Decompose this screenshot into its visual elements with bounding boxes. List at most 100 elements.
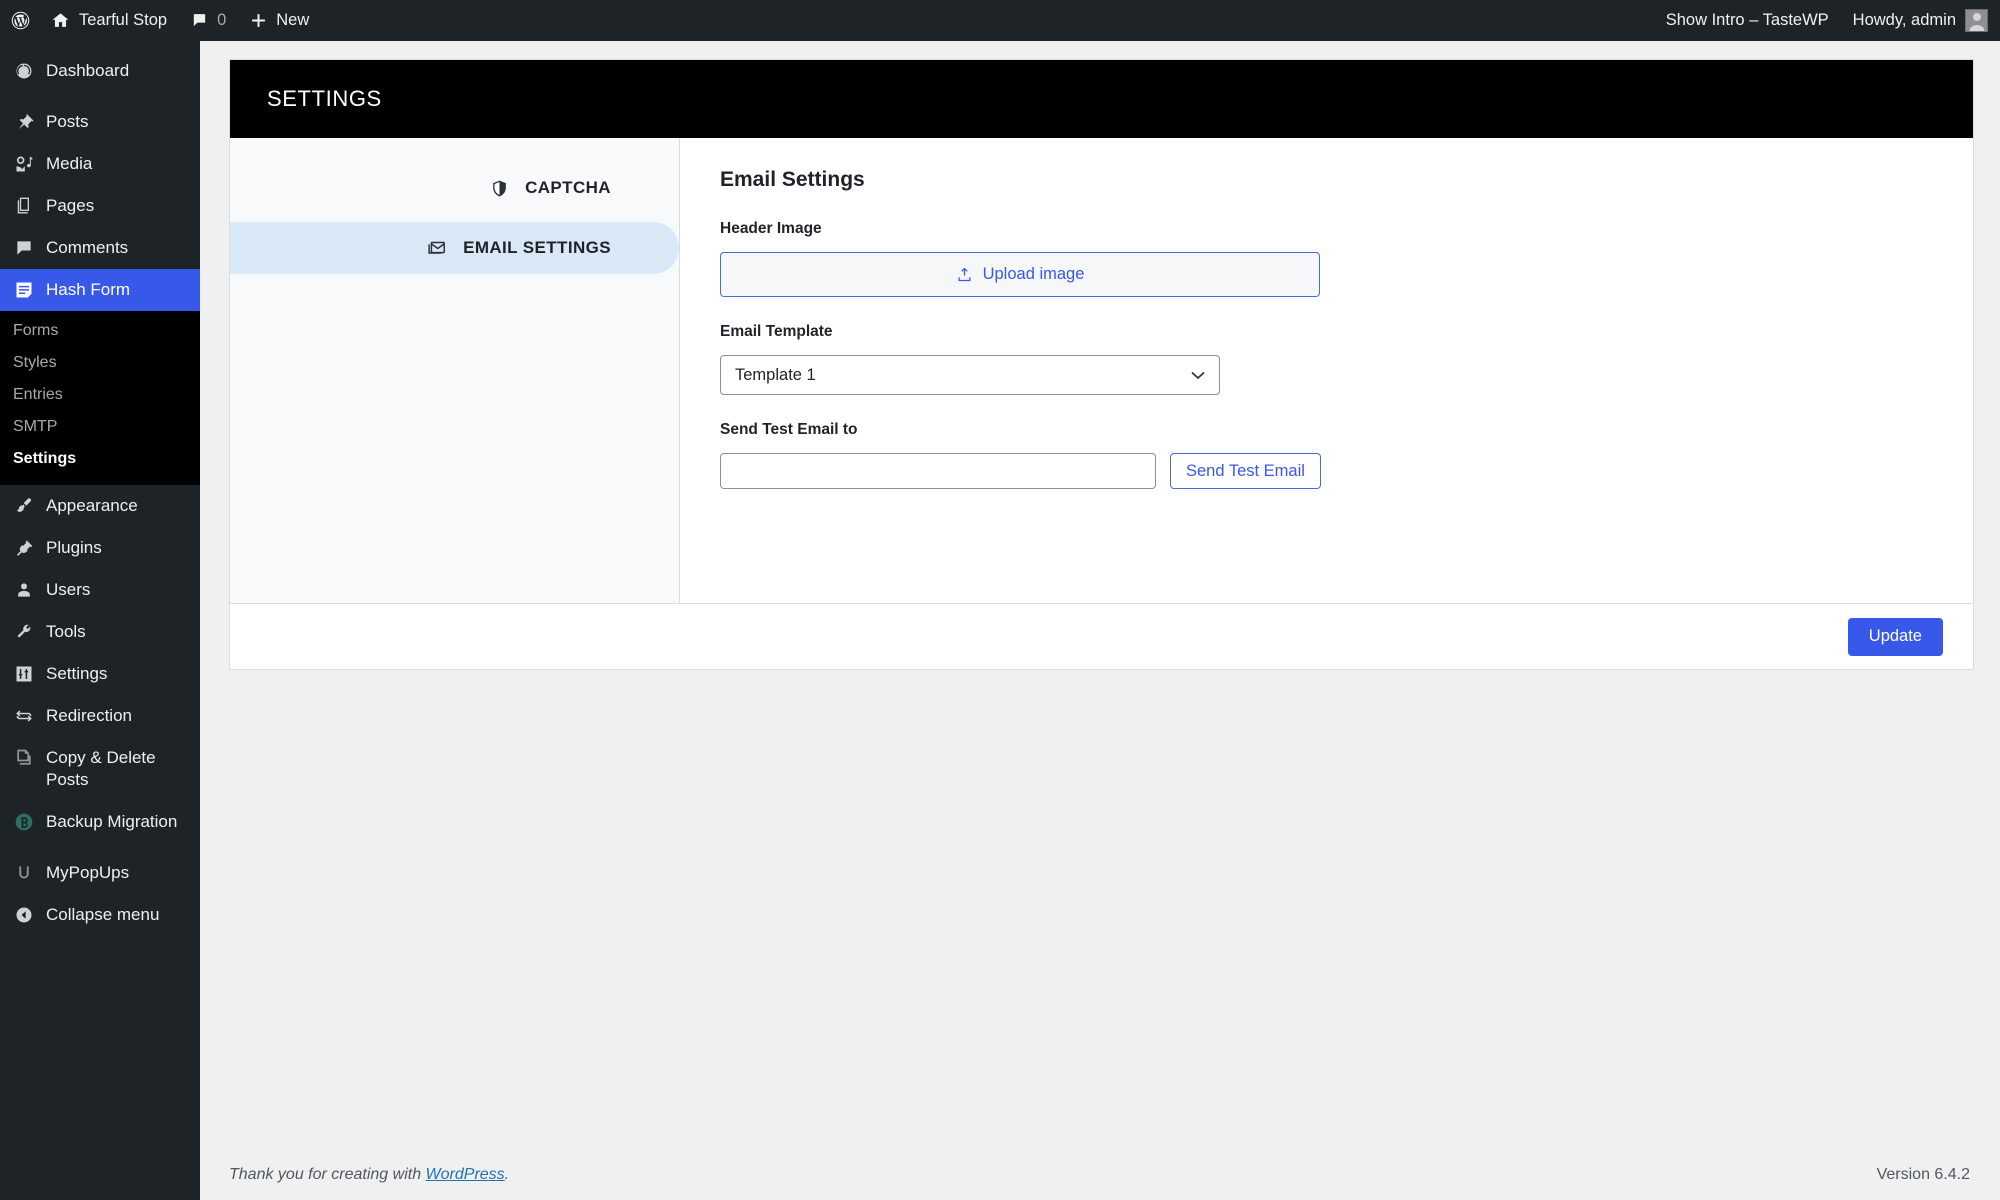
sidebar-item-mypopups[interactable]: MyPopUps <box>0 852 200 894</box>
settings-panel: SETTINGS CAPTCHA EMAIL SETTINGS Email Se… <box>229 59 1974 670</box>
account-menu-button[interactable]: Howdy, admin <box>1841 0 2000 41</box>
show-intro-button[interactable]: Show Intro – TasteWP <box>1654 0 1841 41</box>
submenu-item-entries[interactable]: Entries <box>0 379 200 411</box>
sidebar-item-copy-delete-posts[interactable]: Copy & Delete Posts <box>0 737 200 801</box>
wordpress-link[interactable]: WordPress <box>426 1166 505 1183</box>
shield-icon <box>490 179 509 198</box>
sidebar-item-label: Users <box>46 580 91 599</box>
panel-footer: Update <box>230 603 1973 669</box>
update-button[interactable]: Update <box>1847 617 1943 656</box>
form-icon <box>13 279 35 301</box>
pages-icon <box>13 195 35 217</box>
sidebar-item-comments[interactable]: Comments <box>0 227 200 269</box>
menu-spacer <box>0 41 200 50</box>
sidebar-item-label: Backup Migration <box>46 812 178 831</box>
footer-credit: Thank you for creating with WordPress. <box>229 1166 509 1184</box>
submenu-item-forms[interactable]: Forms <box>0 315 200 347</box>
field-email-template: Email Template Template 1 <box>720 323 1933 395</box>
main-content-area: SETTINGS CAPTCHA EMAIL SETTINGS Email Se… <box>200 41 2000 1200</box>
send-test-email-input[interactable] <box>720 453 1156 489</box>
submenu-item-styles[interactable]: Styles <box>0 347 200 379</box>
field-send-test-email: Send Test Email to Send Test Email <box>720 421 1933 489</box>
media-icon <box>13 153 35 175</box>
wrench-icon <box>13 621 35 643</box>
tab-label: EMAIL SETTINGS <box>463 238 611 257</box>
sidebar-item-label: Comments <box>46 238 129 257</box>
wordpress-logo-button[interactable] <box>0 0 39 41</box>
site-name-label: Tearful Stop <box>79 11 168 29</box>
sidebar-item-label: Media <box>46 154 93 173</box>
submenu-item-settings[interactable]: Settings <box>0 443 200 475</box>
home-icon <box>51 11 70 30</box>
sidebar-item-plugins[interactable]: Plugins <box>0 527 200 569</box>
send-test-email-label: Send Test Email to <box>720 421 858 438</box>
new-content-button[interactable]: New <box>238 0 321 41</box>
send-test-email-button[interactable]: Send Test Email <box>1170 453 1321 489</box>
mypopups-icon <box>13 862 35 884</box>
sidebar-item-label: Posts <box>46 112 89 131</box>
sidebar-item-pages[interactable]: Pages <box>0 185 200 227</box>
tab-captcha[interactable]: CAPTCHA <box>230 162 679 214</box>
sidebar-item-label: Pages <box>46 196 95 215</box>
admin-sidebar-menu: Dashboard Posts Media Pages Comments Has… <box>0 41 208 1200</box>
howdy-label: Howdy, admin <box>1852 11 1956 29</box>
sidebar-item-hash-form[interactable]: Hash Form <box>0 269 208 311</box>
upload-image-button[interactable]: Upload image <box>720 252 1320 297</box>
sidebar-item-label: Copy & Delete Posts <box>46 748 156 789</box>
backup-migration-icon <box>13 811 35 833</box>
email-template-label: Email Template <box>720 323 833 340</box>
redirect-arrows-icon <box>13 705 35 727</box>
submenu-item-smtp[interactable]: SMTP <box>0 411 200 443</box>
sidebar-item-users[interactable]: Users <box>0 569 200 611</box>
pin-icon <box>13 111 35 133</box>
footer-version: Version 6.4.2 <box>1876 1165 1970 1183</box>
comments-button[interactable]: 0 <box>179 0 238 41</box>
send-test-email-row: Send Test Email <box>720 453 1933 489</box>
site-name-button[interactable]: Tearful Stop <box>39 0 179 41</box>
sidebar-item-redirection[interactable]: Redirection <box>0 695 200 737</box>
show-intro-label: Show Intro – TasteWP <box>1665 11 1829 29</box>
comments-count: 0 <box>217 11 227 29</box>
sidebar-item-tools[interactable]: Tools <box>0 611 200 653</box>
sidebar-item-label: Collapse menu <box>46 905 160 924</box>
sidebar-item-collapse-menu[interactable]: Collapse menu <box>0 894 200 936</box>
tab-label: CAPTCHA <box>525 178 611 197</box>
sidebar-item-label: Tools <box>46 622 86 641</box>
section-heading: Email Settings <box>720 168 865 191</box>
email-template-select[interactable]: Template 1 <box>720 355 1220 395</box>
email-settings-form: Email Settings Header Image Upload image <box>680 138 1973 603</box>
sidebar-item-label: Appearance <box>46 496 138 515</box>
sidebar-item-label: Redirection <box>46 706 132 725</box>
tab-email-settings[interactable]: EMAIL SETTINGS <box>230 222 679 274</box>
sidebar-item-label: Dashboard <box>46 61 130 80</box>
comment-bubble-icon <box>191 12 208 29</box>
copy-posts-icon <box>13 747 35 769</box>
footer-thanks-prefix: Thank you for creating with <box>229 1165 426 1183</box>
wordpress-logo-icon <box>10 10 31 31</box>
sidebar-item-posts[interactable]: Posts <box>0 101 200 143</box>
upload-image-label: Upload image <box>982 265 1085 283</box>
panel-body: CAPTCHA EMAIL SETTINGS Email Settings He… <box>230 138 1973 603</box>
dashboard-icon <box>13 60 35 82</box>
sidebar-item-dashboard[interactable]: Dashboard <box>0 50 200 92</box>
sidebar-item-settings[interactable]: Settings <box>0 653 200 695</box>
sidebar-item-media[interactable]: Media <box>0 143 200 185</box>
sidebar-item-backup-migration[interactable]: Backup Migration <box>0 801 200 843</box>
page-title: SETTINGS <box>267 86 382 111</box>
sidebar-item-label: Plugins <box>46 538 102 557</box>
new-content-label: New <box>276 11 310 29</box>
upload-icon <box>956 266 973 283</box>
mail-icon <box>425 237 447 259</box>
sidebar-item-appearance[interactable]: Appearance <box>0 485 200 527</box>
hash-form-submenu: Forms Styles Entries SMTP Settings <box>0 311 200 485</box>
panel-header: SETTINGS <box>230 60 1973 138</box>
menu-spacer <box>0 843 200 852</box>
admin-bar: Tearful Stop 0 New Show Intro – TasteWP … <box>0 0 2000 41</box>
plus-icon <box>250 12 267 29</box>
plug-icon <box>13 537 35 559</box>
email-template-value: Template 1 <box>735 365 816 384</box>
user-icon <box>13 579 35 601</box>
paintbrush-icon <box>13 495 35 517</box>
menu-spacer <box>0 92 200 101</box>
footer-thanks-suffix: . <box>504 1165 510 1183</box>
